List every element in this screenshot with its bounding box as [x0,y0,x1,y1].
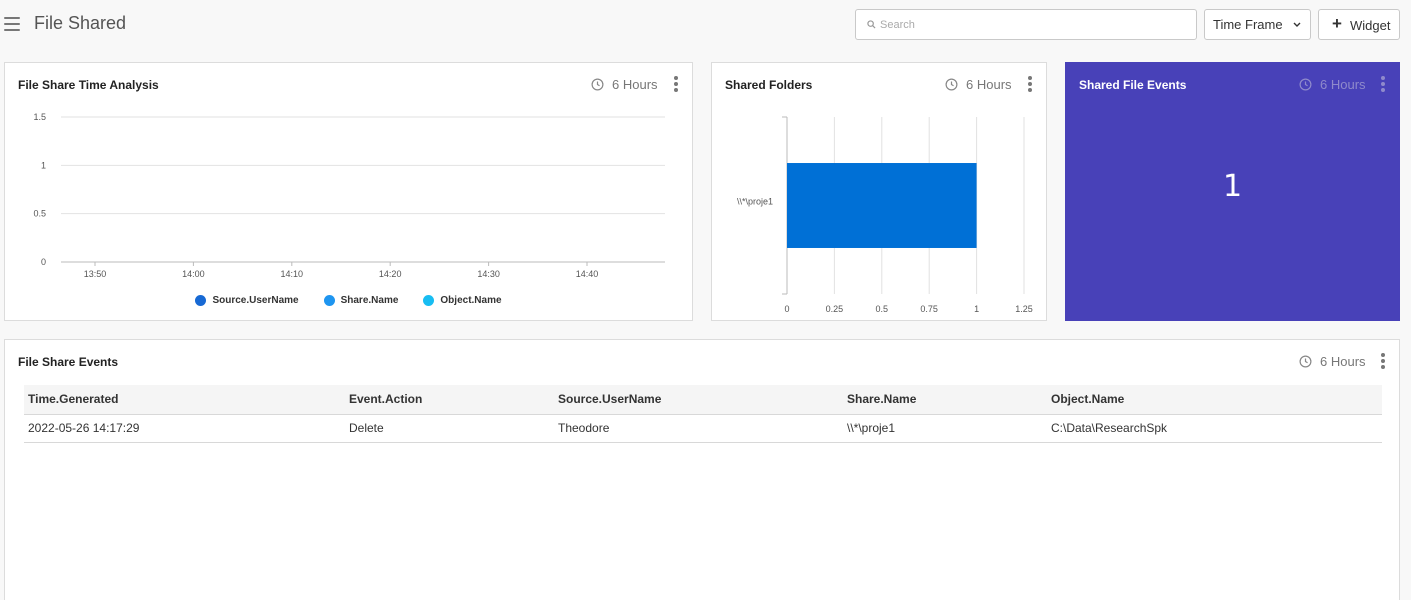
column-header[interactable]: Object.Name [1047,385,1382,415]
y-tick-label: 1 [41,160,46,170]
table-body: 2022-05-26 14:17:29 Delete Theodore \\*\pro… [24,414,1382,443]
legend-label: Share.Name [340,295,399,306]
x-tick-label: 14:30 [477,269,500,279]
clock-icon [1299,78,1312,91]
widget-time-range[interactable]: 6 Hours [1299,354,1366,369]
table-row[interactable]: 2022-05-26 14:17:29 Delete Theodore \\*\pro… [24,414,1382,443]
legend-item[interactable]: Source.UserName [195,295,299,306]
y-tick-label: 0 [41,257,46,267]
table-cell: Theodore [554,414,843,443]
x-tick-label: 14:40 [576,269,599,279]
column-header[interactable]: Share.Name [843,385,1047,415]
x-tick-label: 0.5 [876,304,889,314]
column-header[interactable]: Time.Generated [24,385,345,415]
search-input[interactable] [880,15,1180,35]
table-cell: \\*\proje1 [843,414,1047,443]
legend-swatch [423,295,435,306]
event-count-value: 1 [1222,169,1243,204]
time-frame-select[interactable]: Time Frame [1204,9,1311,40]
legend-swatch [195,295,207,306]
x-tick-label: 0 [784,304,789,314]
shared-folders-chart: 0 0.25 0.5 0.75 1 1.25 \\*\proje1 [737,116,1033,314]
x-tick-label: 1.25 [1015,304,1033,314]
shared-file-events-widget: Shared File Events 6 Hours 1 [1065,62,1400,321]
more-options-icon[interactable] [1380,76,1386,94]
time-frame-label: Time Frame [1213,17,1283,32]
widget-time-label: 6 Hours [1320,77,1366,92]
column-header[interactable]: Source.UserName [554,385,843,415]
page-title: File Shared [34,13,127,33]
events-table: Time.Generated Event.Action Source.UserNam… [24,385,1382,443]
x-tick-label: 14:00 [182,269,205,279]
add-widget-button[interactable]: + Widget [1318,9,1400,40]
table-cell: Delete [345,414,554,443]
search-box[interactable] [855,9,1197,40]
more-options-icon[interactable] [1380,353,1386,371]
shared-folders-widget: Shared Folders 6 Hours 0 0.25 0.5 0.75 1 1.25… [711,62,1047,321]
x-tick-label: 1 [974,304,979,314]
top-header: File Shared Time Frame + Widget [0,0,1411,50]
time-analysis-chart: 1.5 1 0.5 0 13:50 14:00 14:10 14:20 14:30 14:40 [33,112,665,279]
chart-legend: Source.UserName Share.Name Object.Name [5,295,692,306]
legend-swatch [323,295,335,306]
file-share-events-widget: File Share Events 6 Hours Time.Generated… [4,339,1400,600]
menu-icon[interactable] [4,17,20,31]
y-tick-label: 0.5 [33,209,46,219]
widget-time-range[interactable]: 6 Hours [1299,77,1366,92]
y-category-label: \\*\proje1 [737,197,773,207]
bar[interactable] [787,163,977,248]
widget-title: File Share Events [18,355,119,369]
x-tick-label: 0.25 [826,304,844,314]
legend-item[interactable]: Share.Name [323,295,399,306]
y-tick-label: 1.5 [33,112,46,122]
time-analysis-widget: File Share Time Analysis 6 Hours 1.5 1 0.5… [4,62,693,321]
widget-time-label: 6 Hours [1320,354,1366,369]
table-header-row: Time.Generated Event.Action Source.UserNam… [24,385,1382,415]
legend-item[interactable]: Object.Name [423,295,502,306]
table-cell: C:\Data\ResearchSpk [1047,414,1382,443]
x-tick-label: 0.75 [920,304,938,314]
chevron-down-icon [1293,22,1301,27]
x-tick-label: 14:10 [281,269,304,279]
legend-label: Source.UserName [212,295,299,306]
table-cell: 2022-05-26 14:17:29 [24,414,345,443]
search-icon [867,20,876,29]
add-widget-label: Widget [1350,18,1391,33]
plus-icon: + [1332,14,1342,33]
column-header[interactable]: Event.Action [345,385,554,415]
x-tick-label: 13:50 [84,269,107,279]
clock-icon [1299,355,1312,368]
widget-title: Shared File Events [1079,78,1187,92]
x-tick-label: 14:20 [379,269,402,279]
legend-label: Object.Name [440,295,502,306]
